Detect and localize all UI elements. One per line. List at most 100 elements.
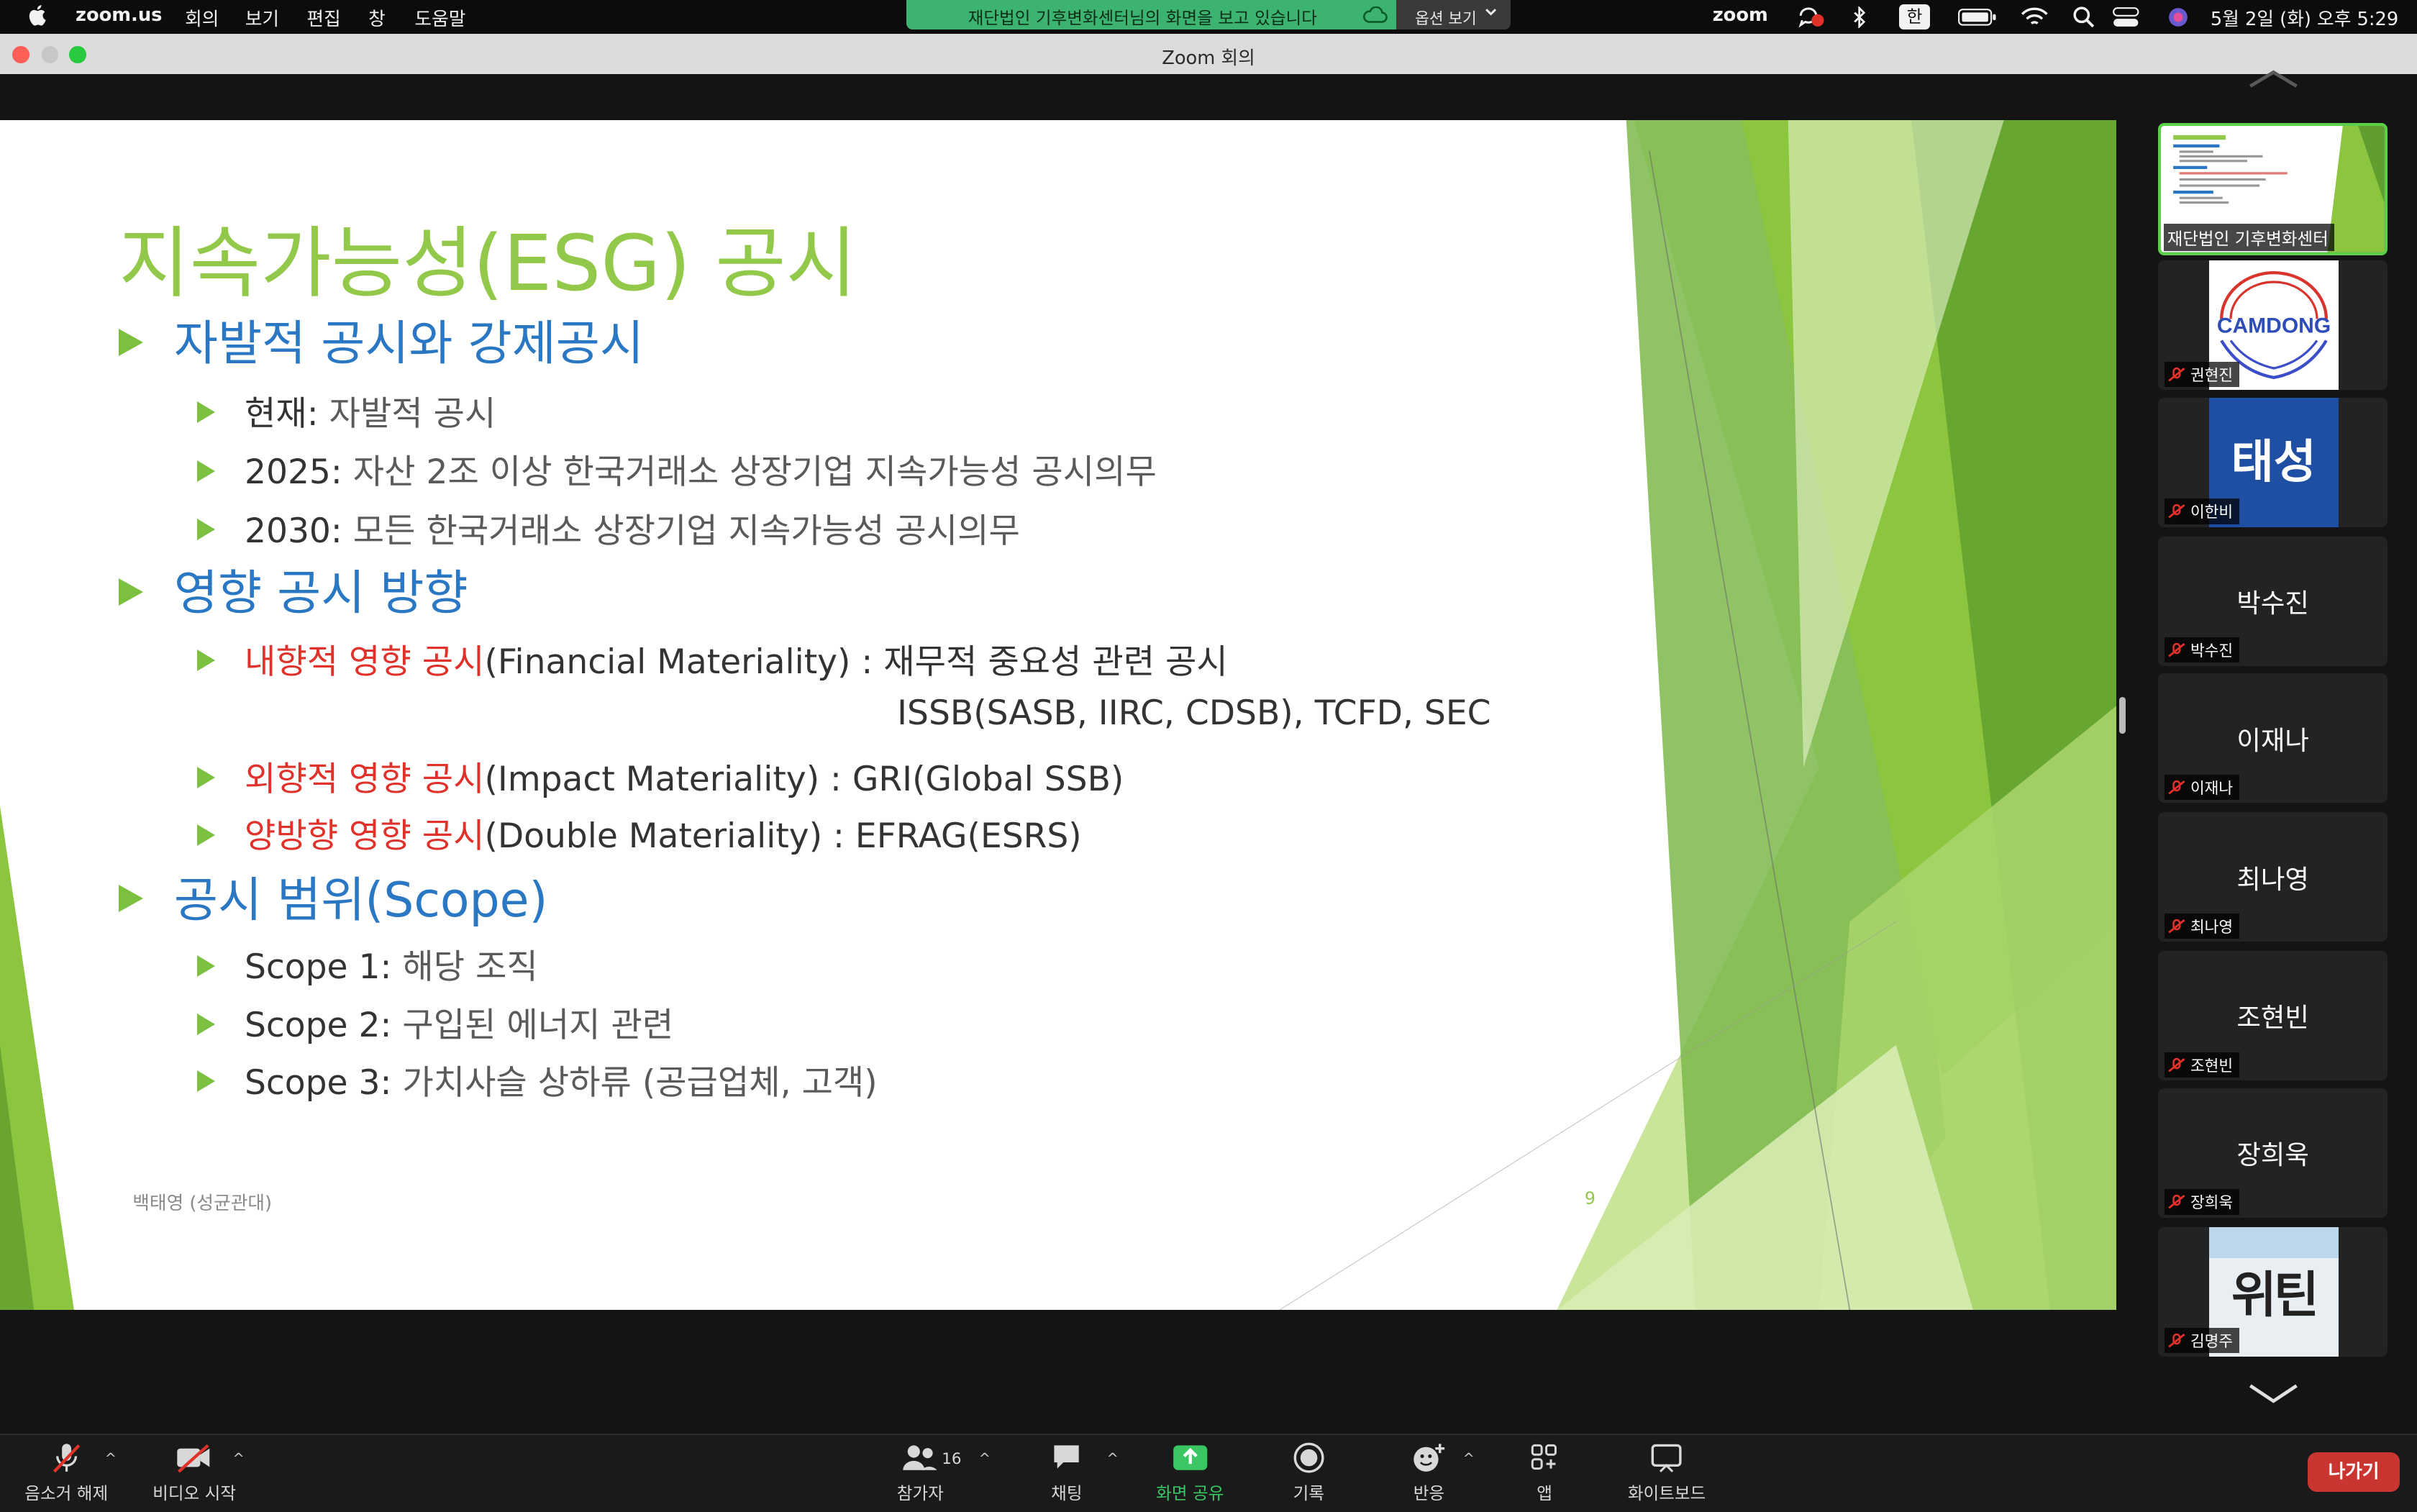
- participant-tile[interactable]: 박수진 박수진: [2158, 536, 2388, 666]
- unmute-button[interactable]: 음소거 해제: [24, 1441, 108, 1504]
- participant-tile[interactable]: 위틴 김명주: [2158, 1226, 2388, 1357]
- participant-tile[interactable]: 재단법인 기후변화센터: [2158, 123, 2388, 256]
- participants-button[interactable]: 참가자: [894, 1441, 947, 1504]
- video-off-icon: [177, 1444, 210, 1473]
- participant-count: 16: [942, 1450, 962, 1469]
- participant-name-label: 권현진: [2164, 361, 2239, 387]
- avatar-logo-text: 위틴: [2231, 1267, 2319, 1325]
- section-heading: 자발적 공시와 강제공시: [119, 305, 644, 374]
- participants-options-caret-icon[interactable]: ^: [979, 1450, 991, 1467]
- scroll-down-icon[interactable]: [2247, 1381, 2300, 1406]
- search-icon[interactable]: [2073, 6, 2095, 28]
- participant-tile[interactable]: 장희욱 장희욱: [2158, 1088, 2388, 1218]
- participant-name: 장희욱: [2190, 1194, 2234, 1213]
- bullet-text: (Double Materiality) : EFRAG(ESRS): [484, 816, 1082, 856]
- slide-footer: 백태영 (성균관대): [132, 1193, 273, 1215]
- apple-icon[interactable]: [28, 4, 47, 26]
- menu-help[interactable]: 도움말: [414, 4, 465, 31]
- share-screen-button[interactable]: 화면 공유: [1156, 1441, 1224, 1504]
- reactions-options-caret-icon[interactable]: ^: [1463, 1450, 1475, 1467]
- bullet-triangle-icon: [197, 1014, 215, 1036]
- chat-icon: [1054, 1445, 1079, 1469]
- meeting-toolbar: 음소거 해제 ^ 비디오 시작 ^ 참가자 16 ^ 채팅 ^ 화면 공유 기록…: [0, 1433, 2417, 1512]
- participant-tile[interactable]: 태성 이한비: [2158, 397, 2388, 527]
- participant-tile[interactable]: 최나영 최나영: [2158, 812, 2388, 942]
- section-heading-text: 공시 범위(Scope): [173, 871, 548, 928]
- siri-icon[interactable]: [2167, 6, 2189, 28]
- panel-resize-handle[interactable]: [2119, 696, 2126, 734]
- bullet-emphasis: 내향적 영향 공시: [244, 642, 485, 682]
- participant-name: 최나영: [2190, 918, 2234, 937]
- share-screen-label: 화면 공유: [1156, 1483, 1224, 1503]
- participant-name: 김명주: [2190, 1333, 2234, 1352]
- menu-view[interactable]: 보기: [245, 4, 279, 31]
- share-banner-text: 재단법인 기후변화센터님의 화면을 보고 있습니다: [968, 8, 1317, 29]
- reactions-label: 반응: [1413, 1483, 1445, 1503]
- bullet-triangle-icon: [197, 1070, 215, 1093]
- scroll-up-icon[interactable]: [2247, 68, 2300, 89]
- apps-button[interactable]: 앱: [1529, 1441, 1560, 1504]
- menu-meeting[interactable]: 회의: [185, 4, 219, 31]
- bullet-emphasis: 양방향 영향 공시: [244, 816, 485, 856]
- chat-label: 채팅: [1051, 1483, 1083, 1503]
- bullet-item: 2025: 자산 2조 이상 한국거래소 상장기업 지속가능성 공시의무: [197, 444, 1157, 493]
- record-button[interactable]: 기록: [1291, 1441, 1327, 1504]
- cloud-icon: [1363, 6, 1388, 23]
- participant-name-label: 장희욱: [2164, 1189, 2239, 1215]
- clock-datetime[interactable]: 5월 2일 (화) 오후 5:29: [2211, 4, 2398, 31]
- start-video-button[interactable]: 비디오 시작: [153, 1441, 236, 1504]
- participant-name-label: 박수진: [2164, 637, 2239, 663]
- participant-tile[interactable]: 이재나 이재나: [2158, 673, 2388, 803]
- apps-label: 앱: [1537, 1483, 1552, 1503]
- bullet-text: 해당 조직: [391, 947, 538, 987]
- whiteboard-button[interactable]: 화이트보드: [1628, 1441, 1706, 1504]
- window-title-bar: Zoom 회의: [0, 34, 2417, 76]
- mic-muted-icon: [2168, 1195, 2185, 1209]
- video-options-caret-icon[interactable]: ^: [233, 1450, 245, 1467]
- bluetooth-icon[interactable]: [1852, 6, 1867, 28]
- leave-button[interactable]: 나가기: [2307, 1452, 2400, 1493]
- start-video-label: 비디오 시작: [153, 1483, 237, 1503]
- view-options-button[interactable]: 옵션 보기: [1396, 0, 1511, 29]
- bullet-item: 2030: 모든 한국거래소 상장기업 지속가능성 공시의무: [197, 503, 1020, 552]
- chat-options-caret-icon[interactable]: ^: [1107, 1450, 1119, 1467]
- participant-display-name: 이재나: [2236, 724, 2309, 756]
- participant-name-label: 이한비: [2164, 498, 2239, 524]
- reactions-button[interactable]: 반응: [1411, 1441, 1447, 1504]
- audio-options-caret-icon[interactable]: ^: [105, 1450, 117, 1467]
- chat-button[interactable]: 채팅: [1045, 1441, 1088, 1504]
- participant-display-name: 최나영: [2236, 863, 2309, 895]
- menu-edit[interactable]: 편집: [306, 4, 340, 31]
- bullet-item: 현재: 자발적 공시: [197, 386, 496, 435]
- section-heading: 공시 범위(Scope): [119, 862, 547, 931]
- control-center-icon[interactable]: [2112, 6, 2140, 28]
- wifi-icon[interactable]: [2021, 6, 2049, 28]
- bullet-triangle-icon: [197, 650, 215, 672]
- participants-icon: [903, 1445, 937, 1471]
- mic-muted-icon: [2168, 367, 2185, 381]
- input-method-indicator[interactable]: 한: [1899, 4, 1930, 29]
- mic-muted-icon: [2168, 642, 2185, 657]
- bullet-item: 양방향 영향 공시(Double Materiality) : EFRAG(ES…: [197, 808, 1082, 857]
- bullet-item: Scope 2: 구입된 에너지 관련: [197, 997, 673, 1047]
- battery-icon[interactable]: [1957, 8, 1998, 27]
- participant-display-name: 장희욱: [2236, 1139, 2309, 1171]
- view-options-label: 옵션 보기: [1415, 9, 1477, 28]
- bullet-text: 가치사슬 상하류 (공급업체, 고객): [391, 1062, 878, 1103]
- mic-muted-icon: [53, 1444, 80, 1473]
- participant-tile[interactable]: 조현빈 조현빈: [2158, 951, 2388, 1081]
- zoom-status-app[interactable]: zoom: [1713, 4, 1768, 26]
- bullet-lead: Scope 1:: [244, 947, 392, 987]
- mic-muted-icon: [2168, 919, 2185, 934]
- menu-window[interactable]: 창: [368, 4, 386, 31]
- notification-icon[interactable]: [1798, 6, 1826, 28]
- participant-display-name: 조현빈: [2236, 1002, 2309, 1034]
- participant-tile[interactable]: CAMDONG 권현진: [2158, 260, 2388, 391]
- participants-label: 참가자: [896, 1483, 944, 1503]
- participant-name: 이한비: [2190, 504, 2234, 522]
- bullet-text: (Financial Materiality) : 재무적 중요성 관련 공시: [484, 642, 1228, 682]
- bullet-continuation: ISSB(SASB, IIRC, CDSB), TCFD, SEC: [897, 693, 1491, 734]
- participant-display-name: 박수진: [2236, 587, 2309, 619]
- menu-app-name[interactable]: zoom.us: [76, 4, 162, 26]
- participant-name: 박수진: [2190, 642, 2234, 661]
